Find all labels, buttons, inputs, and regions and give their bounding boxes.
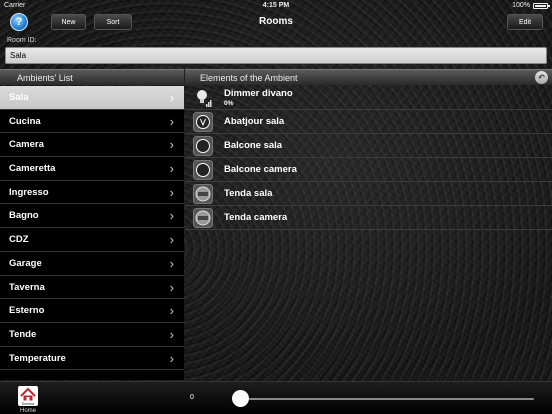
page-title: Rooms bbox=[259, 16, 293, 27]
chevron-right-icon: › bbox=[169, 303, 174, 319]
house-icon: Domina bbox=[20, 387, 36, 406]
elements-header-label: Elements of the Ambient bbox=[200, 73, 298, 83]
element-value: 0% bbox=[224, 100, 234, 107]
ambient-item[interactable]: Camera › bbox=[0, 133, 184, 158]
slider-track[interactable] bbox=[234, 398, 534, 400]
element-name: Dimmer divano bbox=[224, 88, 293, 99]
battery-icon bbox=[533, 3, 550, 9]
home-tab[interactable]: Domina Home bbox=[16, 386, 40, 414]
chevron-right-icon: › bbox=[169, 279, 174, 295]
element-item[interactable]: Abatjour sala bbox=[185, 110, 552, 134]
chevron-right-icon: › bbox=[169, 184, 174, 200]
nav-bar: ? New Sort Rooms Edit bbox=[0, 12, 552, 32]
element-item[interactable]: Balcone camera bbox=[185, 158, 552, 182]
element-name: Balcone sala bbox=[224, 140, 283, 151]
element-name: Balcone camera bbox=[224, 164, 297, 175]
ambient-item[interactable]: Cameretta › bbox=[0, 157, 184, 181]
ambient-label: Camera bbox=[9, 139, 44, 151]
ambient-label: Cucina bbox=[9, 115, 41, 127]
battery-percent: 100% bbox=[512, 2, 530, 9]
ambient-item[interactable]: Tende › bbox=[0, 323, 184, 347]
power-button-icon bbox=[193, 112, 213, 132]
ambient-item[interactable]: Cucina › bbox=[0, 110, 184, 134]
chevron-right-icon: › bbox=[169, 350, 174, 366]
home-tab-label: Home bbox=[19, 408, 36, 414]
elements-list: Dimmer divano 0% Abatjour sala Balcone s… bbox=[185, 86, 552, 230]
chevron-right-icon: › bbox=[169, 113, 174, 129]
ambient-item[interactable]: Bagno › bbox=[0, 204, 184, 229]
ambient-label: CDZ bbox=[9, 234, 29, 246]
ambient-item[interactable]: Temperature › bbox=[0, 347, 184, 371]
ambients-list: Sala › Cucina › Camera › Cameretta › Ingress… bbox=[0, 86, 184, 380]
ambient-label: Sala bbox=[9, 92, 29, 103]
ambient-label: Garage bbox=[9, 257, 42, 269]
ambient-item[interactable]: CDZ › bbox=[0, 228, 184, 252]
chevron-right-icon: › bbox=[169, 161, 174, 177]
back-arrow-icon[interactable]: ↶ bbox=[535, 71, 548, 84]
room-id-label: Room ID: bbox=[7, 37, 37, 44]
edit-button[interactable]: Edit bbox=[507, 14, 543, 30]
ambient-item[interactable]: Ingresso › bbox=[0, 181, 184, 205]
element-item[interactable]: Balcone sala bbox=[185, 134, 552, 158]
slider-thumb[interactable] bbox=[232, 390, 249, 407]
ambient-label: Bagno bbox=[9, 210, 39, 222]
stop-button-icon bbox=[193, 208, 213, 228]
chevron-right-icon: › bbox=[169, 255, 174, 271]
chevron-right-icon: › bbox=[169, 137, 174, 153]
elements-header: Elements of the Ambient ↶ bbox=[185, 69, 552, 85]
ambient-label: Tende bbox=[9, 328, 37, 340]
ambient-label: Cameretta bbox=[9, 163, 56, 175]
stop-button-icon bbox=[193, 184, 213, 204]
chevron-right-icon: › bbox=[169, 326, 174, 342]
home-icon: Domina bbox=[18, 386, 38, 406]
ambient-label: Ingresso bbox=[9, 186, 49, 198]
chevron-right-icon: › bbox=[169, 232, 174, 248]
home-icon-text: Domina bbox=[22, 402, 34, 406]
element-item[interactable]: Tenda camera bbox=[185, 206, 552, 230]
ambients-list-header: Ambients' List bbox=[0, 69, 184, 85]
chevron-right-icon: › bbox=[169, 208, 174, 224]
ambient-item[interactable]: Taverna › bbox=[0, 276, 184, 300]
status-time: 4:15 PM bbox=[262, 2, 290, 9]
element-item[interactable]: Dimmer divano 0% bbox=[185, 86, 552, 110]
circle-button-icon bbox=[193, 160, 213, 180]
ambient-item[interactable]: Sala › bbox=[0, 86, 184, 110]
slider-value: 0 bbox=[190, 394, 194, 401]
chevron-right-icon: › bbox=[169, 90, 174, 105]
element-name: Tenda sala bbox=[224, 188, 273, 199]
element-name: Abatjour sala bbox=[224, 116, 285, 127]
ambient-item[interactable]: Garage › bbox=[0, 252, 184, 276]
ambient-label: Esterno bbox=[9, 305, 45, 317]
ambient-label: Temperature bbox=[9, 352, 66, 364]
bottom-toolbar: Domina Home 0 bbox=[0, 381, 552, 414]
element-name: Tenda camera bbox=[224, 212, 288, 223]
circle-button-icon bbox=[193, 136, 213, 156]
status-bar: Carrier 4:15 PM 100% bbox=[0, 0, 552, 12]
dimmer-bulb-icon bbox=[197, 90, 212, 107]
room-id-input[interactable] bbox=[5, 47, 547, 64]
ambient-label: Taverna bbox=[9, 281, 45, 293]
ambient-item[interactable]: Esterno › bbox=[0, 299, 184, 323]
element-item[interactable]: Tenda sala bbox=[185, 182, 552, 206]
